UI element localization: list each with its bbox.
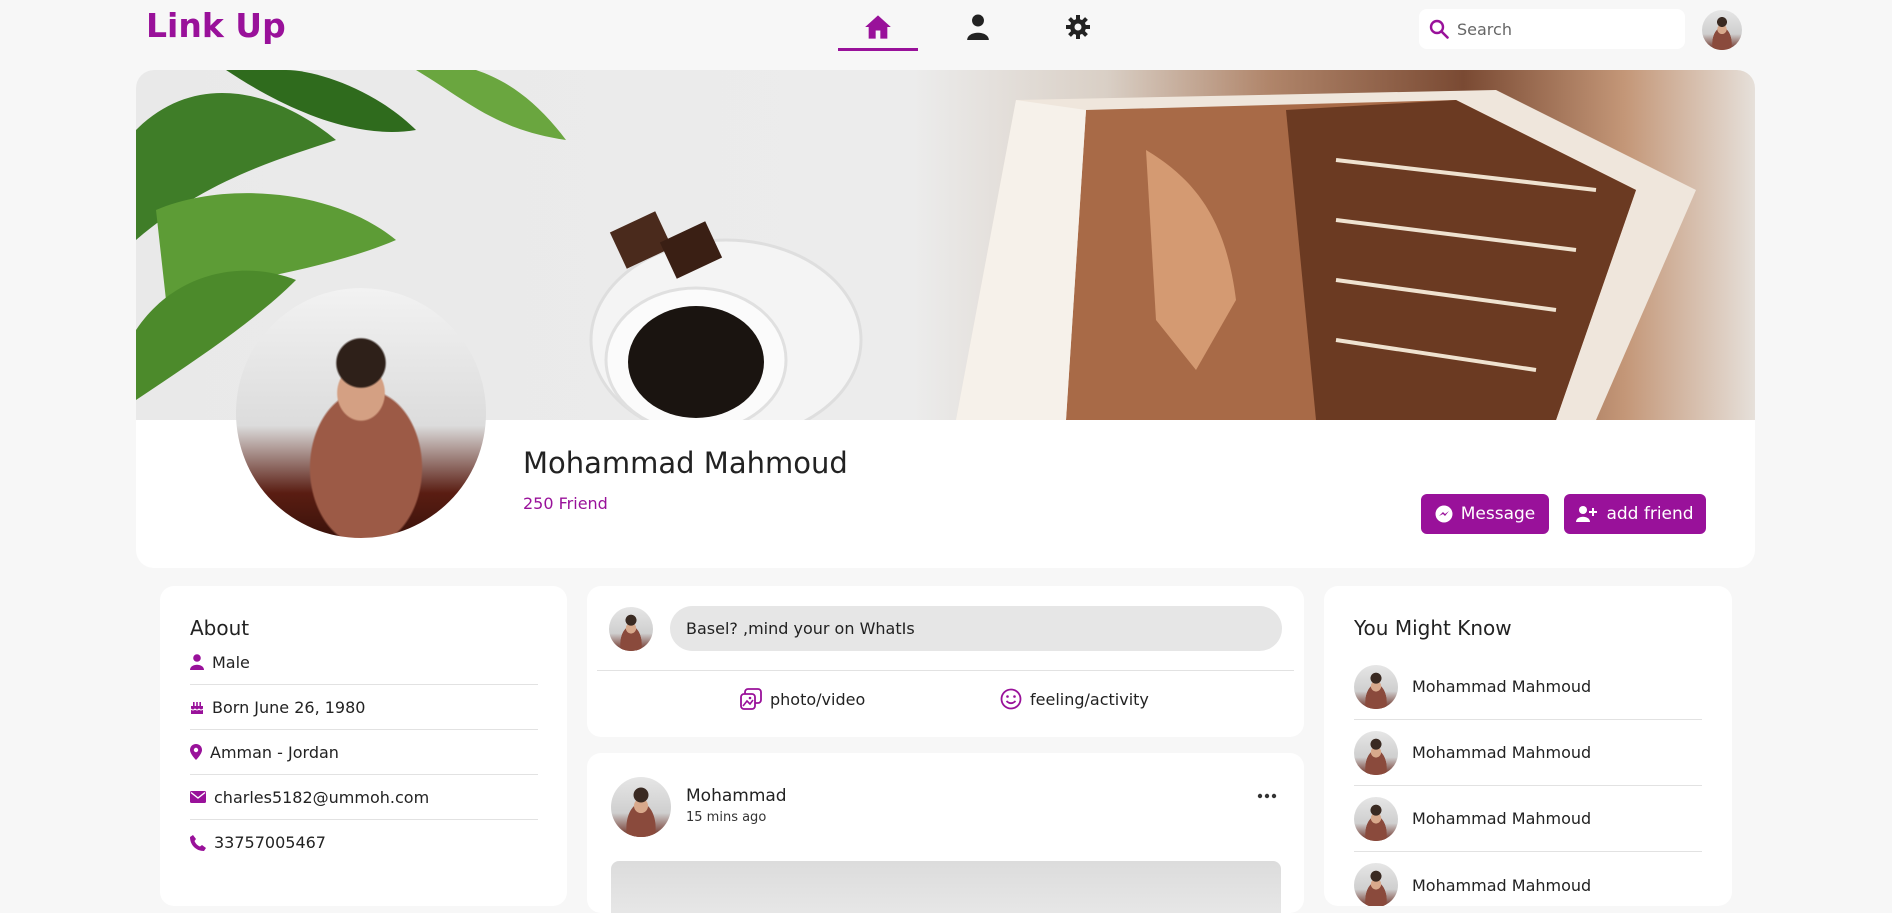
- feeling-activity-button[interactable]: feeling/activity: [1000, 688, 1149, 710]
- home-nav-button[interactable]: [863, 12, 893, 42]
- suggestion-item[interactable]: Mohammad Mahmoud: [1354, 720, 1702, 786]
- about-gender: Male: [190, 640, 538, 685]
- profile-picture[interactable]: [236, 288, 486, 538]
- avatar-image: [1702, 10, 1742, 50]
- post-author-avatar[interactable]: [611, 777, 671, 837]
- suggestion-avatar: [1354, 796, 1398, 841]
- envelope-icon: [190, 791, 206, 803]
- suggestion-name: Mohammad Mahmoud: [1412, 677, 1592, 696]
- composer-avatar: [609, 607, 653, 651]
- post-timestamp: 15 mins ago: [686, 810, 767, 825]
- post-card: Mohammad 15 mins ago: [587, 753, 1304, 913]
- messenger-icon: [1435, 505, 1453, 523]
- about-gender-text: Male: [212, 652, 250, 672]
- about-birthday: Born June 26, 1980: [190, 685, 538, 730]
- post-image[interactable]: [611, 861, 1281, 913]
- post-composer-card: Basel? ,mind your on WhatIs photo/video …: [587, 586, 1304, 737]
- friend-count[interactable]: 250 Friend: [523, 494, 608, 513]
- about-card: About Male Born June 26, 1980 Amman - Jo…: [160, 586, 567, 906]
- post-input[interactable]: Basel? ,mind your on WhatIs: [670, 606, 1282, 651]
- cake-icon: [190, 702, 204, 714]
- app-logo[interactable]: Link Up: [146, 6, 286, 45]
- add-friend-button-label: add friend: [1606, 504, 1694, 524]
- settings-nav-button[interactable]: [1063, 12, 1093, 42]
- post-input-text: Basel? ,mind your on WhatIs: [686, 619, 915, 638]
- about-phone-text[interactable]: 33757005467: [214, 833, 326, 852]
- post-options-button[interactable]: [1252, 786, 1282, 806]
- add-user-icon: [1576, 506, 1598, 522]
- suggestion-item[interactable]: Mohammad Mahmoud: [1354, 852, 1702, 906]
- about-email-text[interactable]: charles5182@ummoh.com: [214, 788, 429, 807]
- profile-nav-button[interactable]: [963, 12, 993, 42]
- message-button-label: Message: [1460, 504, 1536, 524]
- avatar-image: [1354, 796, 1398, 841]
- feeling-activity-label: feeling/activity: [1030, 689, 1149, 709]
- about-email: charles5182@ummoh.com: [190, 775, 538, 820]
- about-title: About: [190, 616, 250, 640]
- about-phone: 33757005467: [190, 820, 538, 865]
- location-pin-icon: [190, 744, 202, 760]
- avatar-image: [1354, 664, 1398, 709]
- about-location: Amman - Jordan: [190, 730, 538, 775]
- account-avatar[interactable]: [1702, 10, 1742, 50]
- avatar-image: [611, 777, 671, 837]
- about-birthday-text: Born June 26, 1980: [212, 697, 366, 717]
- suggestion-name: Mohammad Mahmoud: [1412, 809, 1592, 828]
- photo-video-button[interactable]: photo/video: [740, 688, 865, 710]
- smile-icon: [1000, 688, 1022, 710]
- suggestion-name: Mohammad Mahmoud: [1412, 743, 1592, 762]
- search-input[interactable]: [1457, 19, 1667, 39]
- profile-header-card: Mohammad Mahmoud 250 Friend Message add …: [136, 70, 1755, 568]
- suggestion-item[interactable]: Mohammad Mahmoud: [1354, 786, 1702, 852]
- suggestion-avatar: [1354, 664, 1398, 709]
- gear-icon: [1066, 15, 1090, 39]
- suggestion-avatar: [1354, 863, 1398, 906]
- user-icon: [967, 14, 989, 40]
- avatar-image: [1354, 730, 1398, 775]
- more-horizontal-icon: [1257, 793, 1277, 799]
- search-box[interactable]: [1419, 9, 1685, 49]
- message-button[interactable]: Message: [1421, 494, 1549, 534]
- suggestion-name: Mohammad Mahmoud: [1412, 875, 1592, 895]
- suggestion-avatar: [1354, 730, 1398, 775]
- image-icon: [740, 688, 762, 710]
- search-icon: [1429, 19, 1449, 39]
- suggestion-item[interactable]: Mohammad Mahmoud: [1354, 654, 1702, 720]
- you-might-know-card: You Might Know Mohammad Mahmoud Mohammad…: [1324, 586, 1732, 906]
- active-tab-indicator: [838, 48, 918, 51]
- home-icon: [865, 15, 891, 39]
- composer-divider: [597, 670, 1294, 671]
- post-author-name[interactable]: Mohammad: [686, 786, 787, 806]
- avatar-image: [609, 607, 653, 651]
- top-navigation-bar: Link Up: [0, 0, 1892, 58]
- about-location-text: Amman - Jordan: [210, 742, 339, 762]
- profile-name: Mohammad Mahmoud: [523, 446, 848, 480]
- user-icon: [190, 654, 204, 670]
- add-friend-button[interactable]: add friend: [1564, 494, 1706, 534]
- photo-video-label: photo/video: [770, 689, 866, 709]
- avatar-image: [1354, 863, 1398, 906]
- phone-icon: [190, 834, 206, 851]
- you-might-know-title: You Might Know: [1354, 616, 1512, 640]
